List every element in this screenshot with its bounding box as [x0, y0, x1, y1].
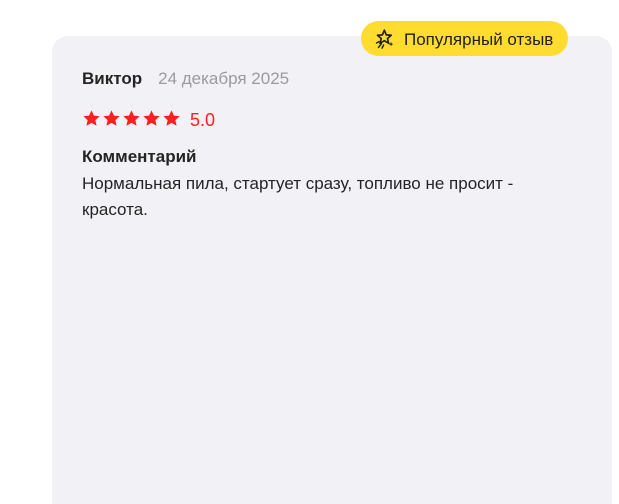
review-author-name: Виктор — [82, 69, 143, 88]
star-icon — [83, 109, 100, 126]
sparkle-star-icon — [375, 28, 394, 49]
rating-stars — [82, 109, 181, 130]
review-rating: 5.0 — [82, 107, 215, 131]
star-icon — [143, 109, 160, 126]
rating-value: 5.0 — [190, 109, 216, 130]
review-page: Популярный отзыв Виктор 24 декабря 2025 … — [0, 0, 619, 504]
review-date: 24 декабря 2025 — [158, 69, 290, 88]
star-icon — [103, 109, 120, 126]
popular-review-badge-label: Популярный отзыв — [404, 29, 554, 49]
popular-review-badge: Популярный отзыв — [361, 21, 569, 56]
star-icon — [123, 109, 140, 126]
review-header: Виктор 24 декабря 2025 — [82, 69, 289, 89]
star-icon — [163, 109, 180, 126]
comment-title: Комментарий — [82, 147, 197, 166]
comment-text: Нормальная пила, стартует сразу, топливо… — [82, 174, 514, 219]
